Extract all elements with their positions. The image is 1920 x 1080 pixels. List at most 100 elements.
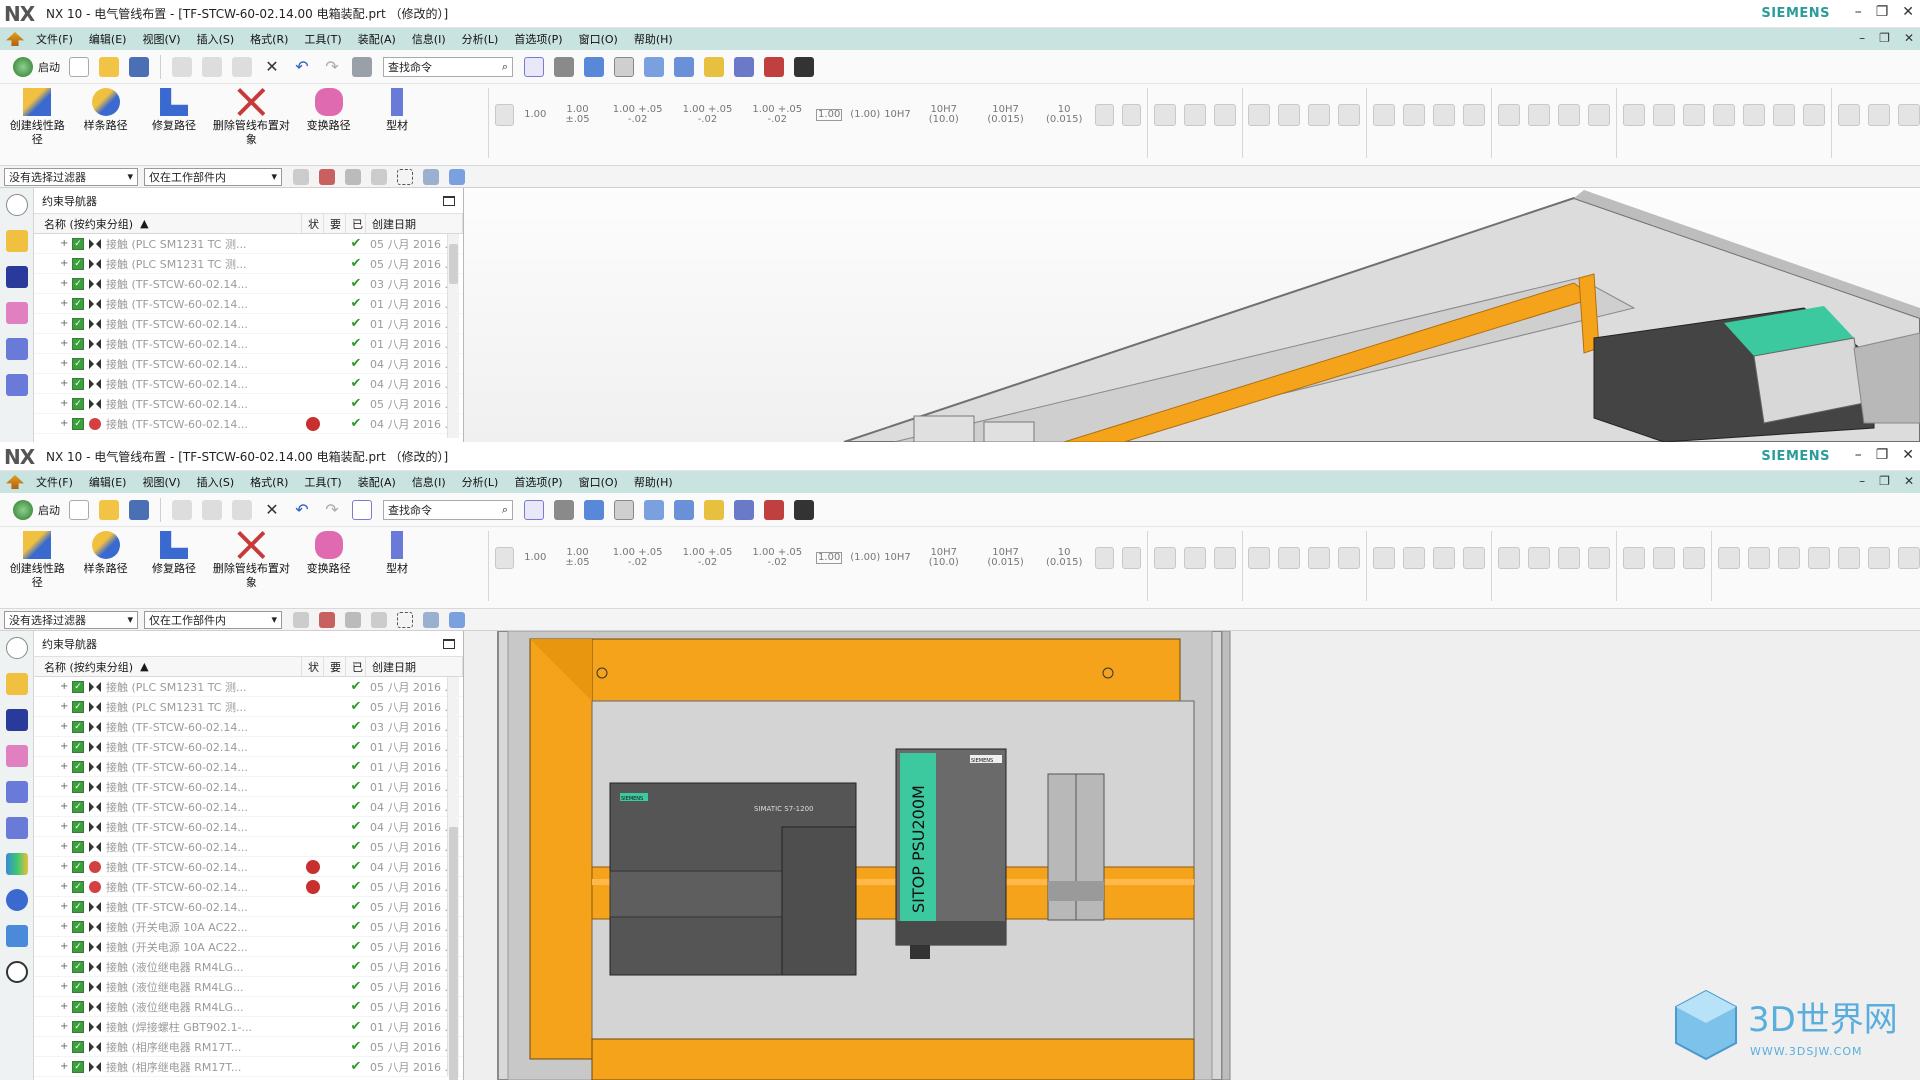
settings-gear-icon[interactable] [5,637,28,659]
minimize-icon[interactable]: – [1859,31,1865,45]
finish-icon[interactable] [1898,104,1920,126]
fit-view-icon[interactable] [524,499,544,520]
checkbox-icon[interactable]: ✓ [72,337,84,350]
checkbox-icon[interactable]: ✓ [72,820,84,833]
checkbox-icon[interactable]: ✓ [72,920,84,933]
close-icon[interactable]: ✕ [1902,447,1914,463]
repair-path-button[interactable]: 修复路径 [143,88,205,133]
tolerance-value[interactable]: 1.00 +.05 -.02 [677,105,739,125]
render-style-icon[interactable] [584,56,604,77]
box-select-icon[interactable] [397,611,413,628]
checkbox-icon[interactable]: ✓ [72,960,84,973]
checkbox-icon[interactable]: ✓ [72,940,84,953]
redo-icon[interactable]: ↷ [322,57,342,77]
route-navigator-icon[interactable] [5,374,28,396]
window-icon[interactable] [352,499,372,520]
menu-edit[interactable]: 编辑(E) [81,474,135,490]
tolerance-value[interactable]: 1.00 [816,109,843,121]
finish-icon[interactable] [1623,547,1646,569]
restore-icon[interactable]: ❐ [1876,4,1889,20]
checkbox-icon[interactable]: ✓ [72,357,84,370]
expand-plus-icon[interactable]: + [60,681,68,692]
checkbox-icon[interactable]: ✓ [72,740,84,753]
target-icon[interactable] [1683,104,1706,126]
menu-window[interactable]: 窗口(O) [571,31,626,47]
weld-icon[interactable] [1278,547,1301,569]
table-row[interactable]: + ✓ 接触 (TF-STCW-60-02.14... ✔ 04 八月 2016 ... [34,354,463,374]
tolerance-value[interactable]: 10H7 [884,110,911,120]
finish-icon[interactable] [1683,547,1706,569]
stack-icon[interactable] [1433,104,1456,126]
snap-icon[interactable] [764,56,784,77]
command-finder[interactable]: 查找命令 ⌕ [383,499,513,520]
orient-view-icon[interactable] [554,499,574,520]
leader-icon[interactable] [1094,547,1114,569]
paste-icon[interactable] [232,56,252,77]
menu-window[interactable]: 窗口(O) [571,474,626,490]
model-view-icon[interactable] [1463,104,1486,126]
table-row[interactable]: + ✓ 接触 (液位继电器 RM4LG... ✔ 05 八月 2016 ... [34,957,463,977]
tolerance-value[interactable]: 1.00 [522,553,548,563]
filter-icon[interactable] [293,611,309,628]
arc-arrow-icon[interactable] [1213,104,1236,126]
dimension-icon[interactable] [1773,104,1796,126]
settings-icon[interactable] [1588,104,1611,126]
checkbox-icon[interactable]: ✓ [72,237,84,250]
finish-icon[interactable] [1838,104,1861,126]
move-component-icon[interactable] [734,499,754,520]
orient-view-icon[interactable] [554,56,574,77]
select-all-icon[interactable] [319,611,335,628]
table-row[interactable]: + ✓ 接触 (TF-STCW-60-02.14... ✔ 01 八月 2016 ... [34,737,463,757]
table-row[interactable]: + ✓ 接触 (PLC SM1231 TC 测... ✔ 05 八月 2016 ... [34,677,463,697]
expand-plus-icon[interactable]: + [60,378,68,389]
column-done[interactable]: 已 [346,214,366,233]
expand-plus-icon[interactable]: + [60,841,68,852]
expand-plus-icon[interactable]: + [60,1021,68,1032]
hand-icon[interactable] [1558,104,1581,126]
diameter-icon[interactable] [1153,547,1176,569]
menu-file[interactable]: 文件(F) [28,474,81,490]
expand-plus-icon[interactable]: + [60,941,68,952]
stock-button[interactable]: 型材 [366,531,428,576]
cut-icon[interactable] [172,56,192,77]
delete-icon[interactable]: ✕ [262,57,282,77]
leader-icon[interactable] [1094,104,1114,126]
fit-view-icon[interactable] [524,56,544,77]
close-icon[interactable]: ✕ [1904,474,1914,488]
new-file-icon[interactable] [69,56,89,77]
background-icon[interactable] [614,499,634,520]
leader-icon[interactable] [1121,547,1141,569]
transform-path-button[interactable]: 变换路径 [297,88,359,133]
roles-icon[interactable] [5,925,28,947]
spline-path-button[interactable]: 样条路径 [74,531,136,576]
frame-icon[interactable] [1373,104,1396,126]
tolerance-value[interactable]: 1.00 +.05 -.02 [746,105,808,125]
menu-assembly[interactable]: 装配(A) [350,31,404,47]
checkbox-icon[interactable]: ✓ [72,680,84,693]
column-name[interactable]: 名称 (按约束分组) ▲ [34,657,302,676]
rings-icon[interactable] [1713,104,1736,126]
minimize-icon[interactable]: – [1859,474,1865,488]
table-row[interactable]: + ✓ 接触 (TF-STCW-60-02.14... ✔ 01 八月 2016 ... [34,757,463,777]
diameter-icon[interactable] [1183,547,1206,569]
menu-info[interactable]: 信息(I) [404,474,454,490]
settings-icon[interactable] [1588,547,1611,569]
expand-plus-icon[interactable]: + [60,398,68,409]
select-all-icon[interactable] [319,168,335,185]
table-row[interactable]: + ✓ 接触 (开关电源 10A AC22... ✔ 05 八月 2016 ... [34,917,463,937]
table-row[interactable]: + ✓ 接触 (开关电源 10A AC22... ✔ 05 八月 2016 ... [34,937,463,957]
checkbox-icon[interactable]: ✓ [72,417,84,430]
menu-view[interactable]: 视图(V) [134,474,188,490]
snap-point-icon[interactable] [371,611,387,628]
checkbox-icon[interactable]: ✓ [72,1040,84,1053]
section-view-icon[interactable] [674,56,694,77]
close-icon[interactable]: ✕ [1902,4,1914,20]
tolerance-value[interactable]: 1.00 +.05 -.02 [607,548,669,568]
tolerance-value[interactable]: 10 (0.015) [1042,105,1087,125]
stack-icon[interactable] [1433,547,1456,569]
hand-icon[interactable] [1558,547,1581,569]
expand-plus-icon[interactable]: + [60,278,68,289]
constraint-navigator-icon[interactable] [5,266,28,288]
table-row[interactable]: + ✓ 接触 (TF-STCW-60-02.14... ✔ 04 八月 2016 ... [34,414,463,434]
frame-icon[interactable] [1373,547,1396,569]
